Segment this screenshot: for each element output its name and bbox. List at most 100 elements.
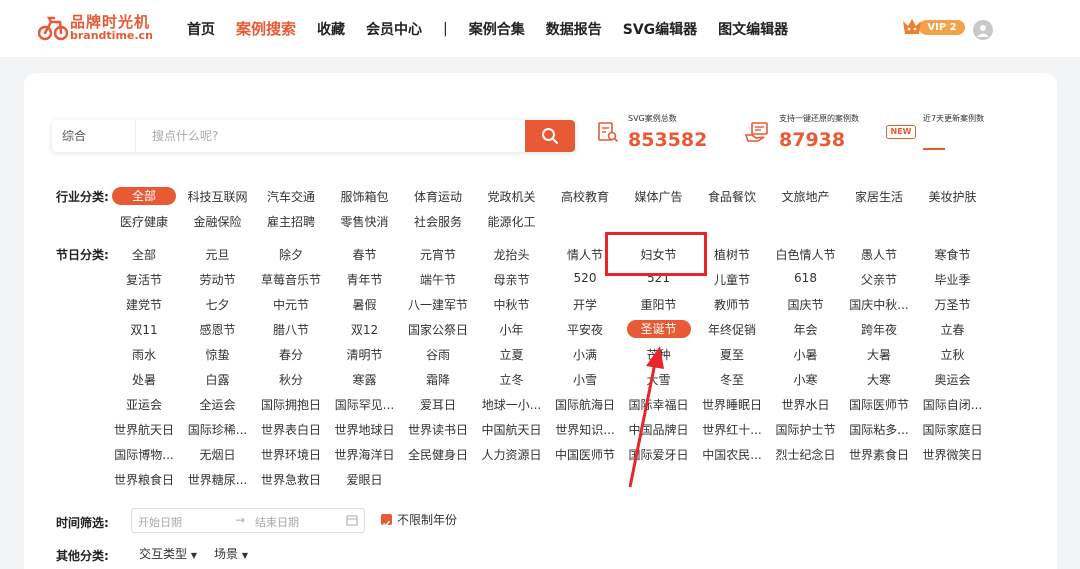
- festival-tag[interactable]: 平安夜: [549, 321, 621, 338]
- festival-tag[interactable]: 世界微笑日: [917, 446, 989, 463]
- festival-tag[interactable]: 国家公祭日: [402, 321, 474, 338]
- festival-tag[interactable]: 双11: [108, 321, 180, 338]
- festival-tag[interactable]: 小满: [549, 346, 621, 363]
- brand-logo[interactable]: 品牌时光机 brandtime.cn: [38, 11, 153, 43]
- festival-tag[interactable]: 世界环境日: [255, 446, 327, 463]
- festival-tag[interactable]: 世界睡眠日: [696, 396, 768, 413]
- festival-tag[interactable]: 建党节: [108, 296, 180, 313]
- festival-tag[interactable]: 青年节: [329, 271, 401, 288]
- festival-tag[interactable]: 雨水: [108, 346, 180, 363]
- festival-tag[interactable]: 国际粘多...: [843, 421, 915, 438]
- festival-tag[interactable]: 亚运会: [108, 396, 180, 413]
- end-date-input[interactable]: 结束日期: [255, 514, 299, 530]
- festival-tag[interactable]: 清明节: [329, 346, 401, 363]
- festival-tag[interactable]: 世界海洋日: [329, 446, 401, 463]
- interaction-type-dropdown[interactable]: 交互类型 ▼: [139, 545, 197, 562]
- festival-tag[interactable]: 龙抬头: [476, 246, 548, 263]
- festival-tag[interactable]: 世界糖尿...: [182, 471, 254, 488]
- festival-tag[interactable]: 双12: [329, 321, 401, 338]
- festival-tag[interactable]: 世界粮食日: [108, 471, 180, 488]
- festival-tag[interactable]: 520: [549, 271, 621, 285]
- festival-tag[interactable]: 冬至: [696, 371, 768, 388]
- festival-tag[interactable]: 世界水日: [770, 396, 842, 413]
- festival-tag[interactable]: 教师节: [696, 296, 768, 313]
- festival-tag[interactable]: 奥运会: [917, 371, 989, 388]
- nav-data-report[interactable]: 数据报告: [546, 19, 602, 39]
- festival-tag[interactable]: 中国农民...: [696, 446, 768, 463]
- festival-tag[interactable]: 世界航天日: [108, 421, 180, 438]
- festival-tag[interactable]: 霜降: [402, 371, 474, 388]
- start-date-input[interactable]: 开始日期: [138, 514, 182, 530]
- festival-tag[interactable]: 愚人节: [843, 246, 915, 263]
- industry-tag[interactable]: 高校教育: [549, 188, 621, 205]
- festival-tag[interactable]: 国际爱牙日: [623, 446, 695, 463]
- festival-tag[interactable]: 重阳节: [623, 296, 695, 313]
- search-type-select[interactable]: 综合: [52, 120, 136, 152]
- festival-tag[interactable]: 白露: [182, 371, 254, 388]
- festival-tag[interactable]: 国际博物...: [108, 446, 180, 463]
- nav-member-center[interactable]: 会员中心: [366, 19, 422, 39]
- festival-tag[interactable]: 立秋: [917, 346, 989, 363]
- nav-case-search[interactable]: 案例搜索: [236, 18, 296, 39]
- festival-tag[interactable]: 父亲节: [843, 271, 915, 288]
- festival-tag[interactable]: 521: [623, 271, 695, 285]
- festival-tag[interactable]: 端午节: [402, 271, 474, 288]
- festival-tag[interactable]: 跨年夜: [843, 321, 915, 338]
- festival-tag[interactable]: 国际医师节: [843, 396, 915, 413]
- festival-tag[interactable]: 除夕: [255, 246, 327, 263]
- festival-tag[interactable]: 感恩节: [182, 321, 254, 338]
- festival-tag[interactable]: 圣诞节: [626, 320, 691, 338]
- festival-tag[interactable]: 中国航天日: [476, 421, 548, 438]
- festival-tag[interactable]: 全运会: [182, 396, 254, 413]
- industry-tag[interactable]: 全部: [112, 187, 176, 205]
- festival-tag[interactable]: 大暑: [843, 346, 915, 363]
- festival-tag[interactable]: 世界表白日: [255, 421, 327, 438]
- festival-tag[interactable]: 无烟日: [182, 446, 254, 463]
- festival-tag[interactable]: 世界地球日: [329, 421, 401, 438]
- festival-tag[interactable]: 春分: [255, 346, 327, 363]
- festival-tag[interactable]: 万圣节: [917, 296, 989, 313]
- industry-tag[interactable]: 党政机关: [476, 188, 548, 205]
- festival-tag[interactable]: 中元节: [255, 296, 327, 313]
- festival-tag[interactable]: 国庆节: [770, 296, 842, 313]
- nav-collections[interactable]: 案例合集: [469, 19, 525, 39]
- scene-dropdown[interactable]: 场景 ▼: [214, 545, 248, 562]
- festival-tag[interactable]: 毕业季: [917, 271, 989, 288]
- industry-tag[interactable]: 雇主招聘: [255, 213, 327, 230]
- industry-tag[interactable]: 金融保险: [182, 213, 254, 230]
- industry-tag[interactable]: 汽车交通: [255, 188, 327, 205]
- festival-tag[interactable]: 处暑: [108, 371, 180, 388]
- festival-tag[interactable]: 大雪: [623, 371, 695, 388]
- festival-tag[interactable]: 夏至: [696, 346, 768, 363]
- festival-tag[interactable]: 国际航海日: [549, 396, 621, 413]
- festival-tag[interactable]: 国际幸福日: [623, 396, 695, 413]
- industry-tag[interactable]: 文旅地产: [770, 188, 842, 205]
- festival-tag[interactable]: 世界急救日: [255, 471, 327, 488]
- festival-tag[interactable]: 烈士纪念日: [770, 446, 842, 463]
- festival-tag[interactable]: 世界知识...: [549, 421, 621, 438]
- festival-tag[interactable]: 国际家庭日: [917, 421, 989, 438]
- festival-tag[interactable]: 七夕: [182, 296, 254, 313]
- industry-tag[interactable]: 零售快消: [329, 213, 401, 230]
- festival-tag[interactable]: 母亲节: [476, 271, 548, 288]
- industry-tag[interactable]: 媒体广告: [623, 188, 695, 205]
- industry-tag[interactable]: 能源化工: [476, 213, 548, 230]
- festival-tag[interactable]: 爱耳日: [402, 396, 474, 413]
- industry-tag[interactable]: 食品餐饮: [696, 188, 768, 205]
- festival-tag[interactable]: 爱眼日: [329, 471, 401, 488]
- vip-badge[interactable]: VIP 2: [901, 17, 965, 37]
- festival-tag[interactable]: 芒种: [623, 346, 695, 363]
- festival-tag[interactable]: 小年: [476, 321, 548, 338]
- festival-tag[interactable]: 寒食节: [917, 246, 989, 263]
- festival-tag[interactable]: 草莓音乐节: [255, 271, 327, 288]
- industry-tag[interactable]: 科技互联网: [182, 188, 254, 205]
- industry-tag[interactable]: 社会服务: [402, 213, 474, 230]
- festival-tag[interactable]: 春节: [329, 246, 401, 263]
- festival-tag[interactable]: 妇女节: [623, 246, 695, 263]
- festival-tag[interactable]: 国际护士节: [770, 421, 842, 438]
- festival-tag[interactable]: 惊蛰: [182, 346, 254, 363]
- festival-tag[interactable]: 年终促销: [696, 321, 768, 338]
- festival-tag[interactable]: 人力资源日: [476, 446, 548, 463]
- festival-tag[interactable]: 世界读书日: [402, 421, 474, 438]
- festival-tag[interactable]: 暑假: [329, 296, 401, 313]
